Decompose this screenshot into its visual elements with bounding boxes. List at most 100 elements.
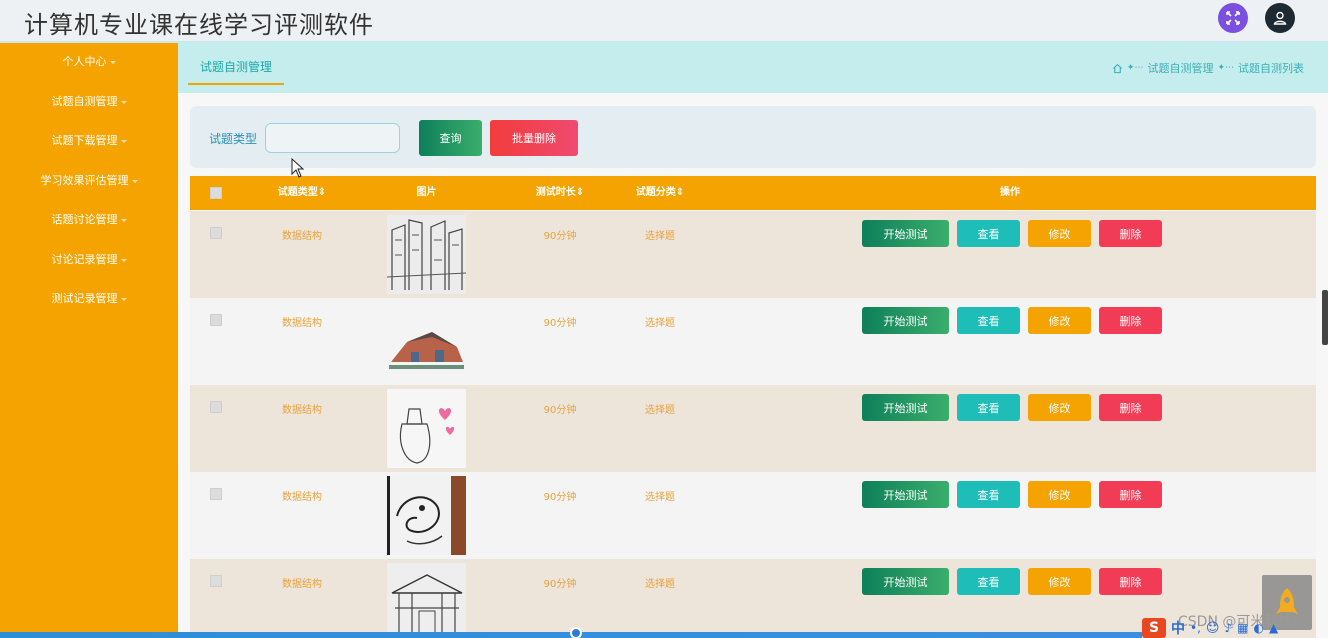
sidebar-item-label: 个人中心	[62, 55, 107, 68]
delete-button[interactable]: 删除	[1099, 220, 1162, 247]
skin-icon[interactable]: ◐	[1253, 621, 1263, 635]
breadcrumb-separator-icon: ✦⋯	[1217, 63, 1234, 73]
question-image	[387, 389, 466, 468]
fullscreen-icon	[1226, 11, 1240, 25]
microphone-icon[interactable]: ♪	[1224, 621, 1232, 635]
row-checkbox[interactable]	[210, 314, 222, 326]
start-test-button[interactable]: 开始测试	[862, 307, 949, 334]
ime-logo-icon[interactable]: S	[1142, 618, 1166, 638]
row-checkbox[interactable]	[210, 488, 222, 500]
cell-duration: 90分钟	[543, 405, 577, 416]
caret-down-icon	[120, 258, 127, 262]
cell-category: 选择题	[645, 318, 675, 329]
cell-duration: 90分钟	[543, 492, 577, 503]
view-button[interactable]: 查看	[957, 481, 1020, 508]
user-icon	[1273, 11, 1287, 25]
search-type-input[interactable]	[265, 123, 400, 153]
row-checkbox[interactable]	[210, 575, 222, 587]
question-image	[387, 563, 466, 638]
edit-button[interactable]: 修改	[1028, 481, 1091, 508]
sidebar-item-self-test[interactable]: 试题自测管理	[0, 90, 178, 114]
delete-button[interactable]: 删除	[1099, 307, 1162, 334]
user-button[interactable]	[1265, 3, 1295, 33]
column-header-type[interactable]: 试题类型⇕	[262, 176, 342, 210]
keyboard-icon[interactable]: ▦	[1237, 621, 1248, 635]
cell-duration: 90分钟	[543, 579, 577, 590]
delete-button[interactable]: 删除	[1099, 481, 1162, 508]
breadcrumb-item: 试题自测列表	[1238, 62, 1304, 75]
cell-category: 选择题	[645, 231, 675, 242]
row-checkbox[interactable]	[210, 401, 222, 413]
start-test-button[interactable]: 开始测试	[862, 220, 949, 247]
view-button[interactable]: 查看	[957, 307, 1020, 334]
edit-button[interactable]: 修改	[1028, 307, 1091, 334]
cell-type: 数据结构	[282, 318, 322, 329]
start-test-button[interactable]: 开始测试	[862, 394, 949, 421]
delete-button[interactable]: 删除	[1099, 568, 1162, 595]
app-title: 计算机专业课在线学习评测软件	[24, 11, 374, 39]
cell-category: 选择题	[645, 579, 675, 590]
caret-down-icon	[120, 218, 127, 222]
home-icon[interactable]	[1112, 63, 1123, 74]
question-image	[387, 302, 466, 381]
cell-category: 选择题	[645, 405, 675, 416]
start-test-button[interactable]: 开始测试	[862, 568, 949, 595]
ime-toolbar: S 中 •, ☺ ♪ ▦ ◐ ▲	[1142, 618, 1328, 638]
data-table: 试题类型⇕ 图片 测试时长⇕ 试题分类⇕ 操作 数据结构 90分钟 选择题 开始…	[190, 176, 1316, 638]
fullscreen-button[interactable]	[1218, 3, 1248, 33]
search-type-label: 试题类型	[209, 132, 258, 146]
question-image	[387, 215, 466, 294]
edit-button[interactable]: 修改	[1028, 394, 1091, 421]
row-checkbox[interactable]	[210, 227, 222, 239]
sort-icon: ⇕	[317, 187, 327, 198]
punctuation-icon[interactable]: •,	[1190, 621, 1201, 635]
cell-type: 数据结构	[282, 492, 322, 503]
cell-type: 数据结构	[282, 405, 322, 416]
sidebar-item-label: 试题下载管理	[51, 134, 118, 147]
settings-icon[interactable]: ▲	[1269, 621, 1278, 635]
breadcrumb: ✦⋯ 试题自测管理 ✦⋯ 试题自测列表	[1112, 60, 1304, 76]
edit-button[interactable]: 修改	[1028, 568, 1091, 595]
progress-handle[interactable]	[570, 627, 582, 638]
caret-down-icon	[120, 100, 127, 104]
tab-self-test[interactable]: 试题自测管理	[188, 57, 285, 85]
breadcrumb-bar: 试题自测管理 ✦⋯ 试题自测管理 ✦⋯ 试题自测列表	[178, 43, 1328, 93]
top-header: 计算机专业课在线学习评测软件	[0, 0, 1328, 43]
cell-duration: 90分钟	[543, 231, 577, 242]
sidebar-item-label: 学习效果评估管理	[40, 174, 129, 187]
cell-type: 数据结构	[282, 231, 322, 242]
view-button[interactable]: 查看	[957, 394, 1020, 421]
column-header-actions: 操作	[1000, 187, 1020, 198]
sidebar-item-label: 测试记录管理	[51, 292, 118, 305]
edit-button[interactable]: 修改	[1028, 220, 1091, 247]
scrollbar-handle[interactable]	[1322, 290, 1328, 345]
breadcrumb-item[interactable]: 试题自测管理	[1147, 60, 1213, 76]
caret-down-icon	[120, 297, 127, 301]
query-button[interactable]: 查询	[419, 120, 482, 156]
column-header-category[interactable]: 试题分类⇕	[620, 176, 700, 210]
column-header-image: 图片	[416, 187, 437, 198]
view-button[interactable]: 查看	[957, 220, 1020, 247]
table-row: 数据结构 90分钟 选择题 开始测试 查看 修改 删除	[190, 472, 1316, 559]
sidebar-item-test-records[interactable]: 测试记录管理	[0, 287, 178, 311]
delete-button[interactable]: 删除	[1099, 394, 1162, 421]
start-test-button[interactable]: 开始测试	[862, 481, 949, 508]
view-button[interactable]: 查看	[957, 568, 1020, 595]
sidebar-item-personal-center[interactable]: 个人中心	[0, 50, 178, 74]
sidebar: 个人中心 试题自测管理 试题下载管理 学习效果评估管理 话题讨论管理 讨论记录管…	[0, 43, 178, 638]
bulk-delete-button[interactable]: 批量删除	[490, 120, 578, 156]
ime-language-indicator[interactable]: 中	[1171, 618, 1185, 638]
emoji-icon[interactable]: ☺	[1206, 621, 1220, 636]
search-panel: 试题类型 查询 批量删除	[190, 106, 1316, 168]
sidebar-item-download[interactable]: 试题下载管理	[0, 129, 178, 153]
sidebar-item-evaluation[interactable]: 学习效果评估管理	[0, 169, 178, 193]
column-header-duration[interactable]: 测试时长⇕	[520, 176, 600, 210]
sort-icon: ⇕	[675, 187, 685, 198]
cell-category: 选择题	[645, 492, 675, 503]
select-all-checkbox[interactable]	[210, 187, 222, 199]
sidebar-item-discussion-records[interactable]: 讨论记录管理	[0, 248, 178, 272]
sidebar-item-label: 话题讨论管理	[51, 213, 118, 226]
table-header: 试题类型⇕ 图片 测试时长⇕ 试题分类⇕ 操作	[190, 176, 1316, 210]
sidebar-item-topic-discussion[interactable]: 话题讨论管理	[0, 208, 178, 232]
breadcrumb-separator-icon: ✦⋯	[1126, 63, 1144, 73]
